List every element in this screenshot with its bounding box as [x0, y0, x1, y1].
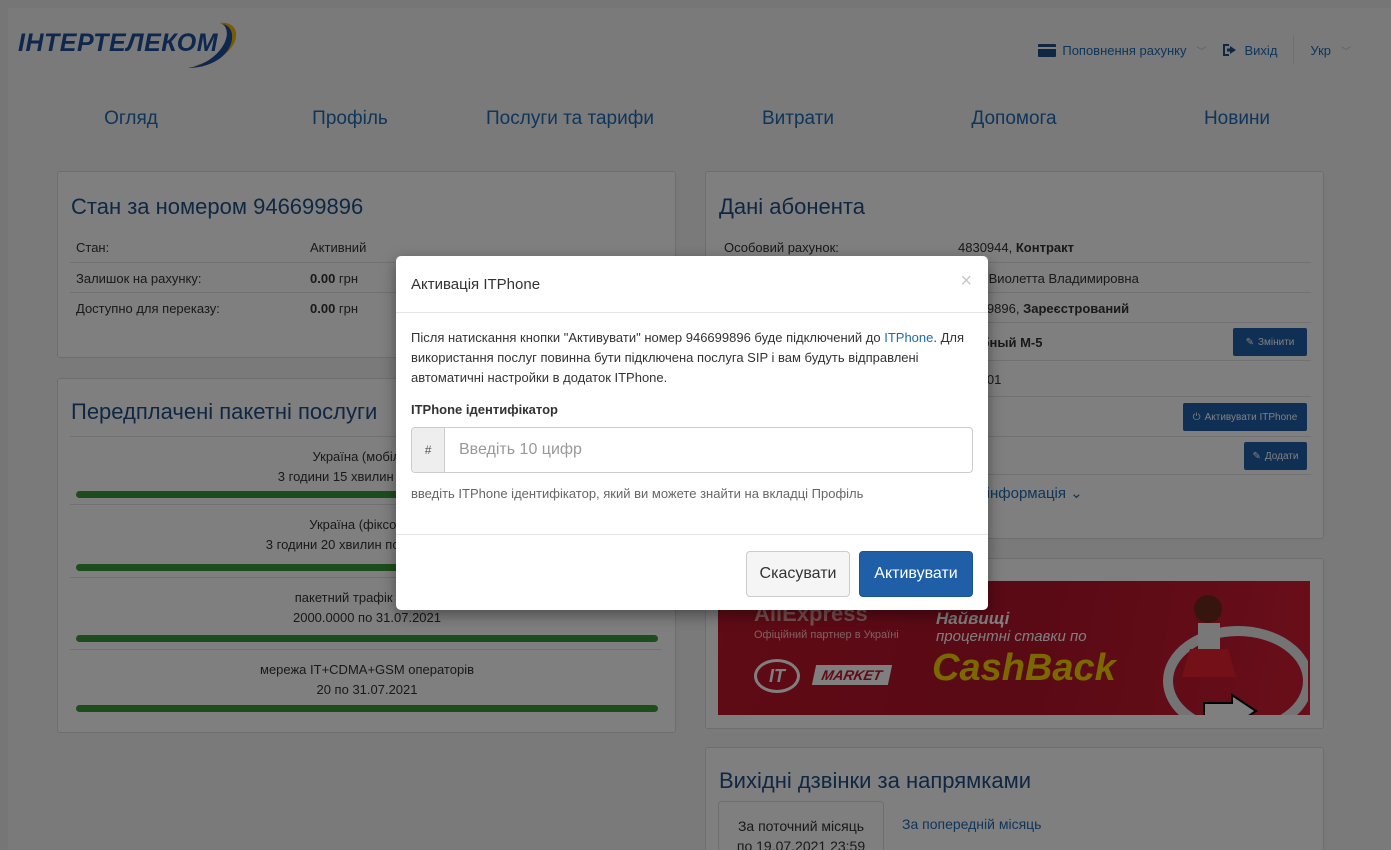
cancel-button[interactable]: Скасувати	[746, 551, 850, 597]
itphone-link[interactable]: ITPhone	[884, 330, 933, 345]
itphone-id-label: ITPhone ідентифікатор	[411, 402, 558, 417]
hash-icon: #	[412, 428, 445, 472]
activate-button[interactable]: Активувати	[859, 551, 973, 597]
itphone-id-input-group: #	[411, 427, 973, 473]
itphone-id-input[interactable]	[445, 428, 972, 472]
modal-title: Активація ITPhone	[411, 276, 541, 293]
itphone-activation-modal: Активація ITPhone × Після натискання кно…	[396, 256, 988, 610]
divider	[396, 534, 988, 535]
itphone-id-help: введіть ITPhone ідентифікатор, який ви м…	[411, 486, 864, 501]
divider	[396, 312, 988, 313]
modal-description: Після натискання кнопки "Активувати" ном…	[411, 330, 965, 385]
close-icon[interactable]: ×	[960, 270, 972, 293]
